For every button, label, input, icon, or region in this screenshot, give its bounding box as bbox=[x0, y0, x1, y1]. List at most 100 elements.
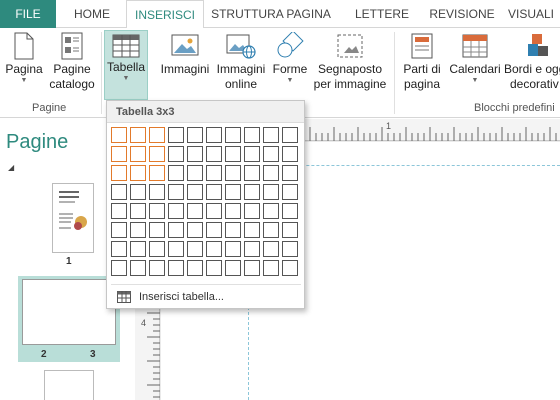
immagini-button[interactable]: Immagini bbox=[158, 32, 212, 77]
tab-file[interactable]: FILE bbox=[0, 0, 56, 28]
table-grid-cell[interactable] bbox=[244, 146, 260, 162]
table-grid-cell[interactable] bbox=[225, 203, 241, 219]
table-grid-cell[interactable] bbox=[263, 127, 279, 143]
table-grid-cell[interactable] bbox=[130, 184, 146, 200]
table-grid-cell[interactable] bbox=[206, 203, 222, 219]
table-grid-cell[interactable] bbox=[130, 222, 146, 238]
table-grid-cell[interactable] bbox=[187, 146, 203, 162]
table-grid-cell[interactable] bbox=[282, 241, 298, 257]
segnaposto-immagine-button[interactable]: Segnaposto per immagine bbox=[310, 32, 390, 92]
tab-visualizza[interactable]: VISUALI bbox=[508, 0, 560, 28]
tab-struttura-pagina[interactable]: STRUTTURA PAGINA bbox=[208, 0, 334, 28]
table-grid-cell[interactable] bbox=[149, 260, 165, 276]
table-grid-cell[interactable] bbox=[111, 222, 127, 238]
table-grid-cell[interactable] bbox=[168, 127, 184, 143]
table-grid-cell[interactable] bbox=[168, 146, 184, 162]
tabella-button[interactable]: Tabella ▼ bbox=[104, 30, 148, 100]
table-grid-cell[interactable] bbox=[263, 222, 279, 238]
table-grid-cell[interactable] bbox=[111, 127, 127, 143]
table-grid-cell[interactable] bbox=[282, 165, 298, 181]
table-grid-cell[interactable] bbox=[168, 165, 184, 181]
table-grid-cell[interactable] bbox=[263, 146, 279, 162]
table-grid-cell[interactable] bbox=[282, 146, 298, 162]
table-grid-cell[interactable] bbox=[263, 203, 279, 219]
table-grid-cell[interactable] bbox=[111, 241, 127, 257]
table-grid-cell[interactable] bbox=[130, 203, 146, 219]
table-grid-cell[interactable] bbox=[168, 260, 184, 276]
table-grid-cell[interactable] bbox=[206, 222, 222, 238]
table-grid-cell[interactable] bbox=[111, 165, 127, 181]
tab-home[interactable]: HOME bbox=[62, 0, 122, 28]
bordi-decorativi-button[interactable]: Bordi e ogg decorativ bbox=[504, 32, 560, 92]
table-grid-cell[interactable] bbox=[149, 203, 165, 219]
table-grid-cell[interactable] bbox=[168, 222, 184, 238]
table-grid-cell[interactable] bbox=[206, 260, 222, 276]
table-grid-cell[interactable] bbox=[130, 165, 146, 181]
table-grid-cell[interactable] bbox=[244, 165, 260, 181]
table-grid-cell[interactable] bbox=[187, 165, 203, 181]
table-grid-cell[interactable] bbox=[187, 127, 203, 143]
table-grid-cell[interactable] bbox=[225, 165, 241, 181]
table-grid-cell[interactable] bbox=[225, 260, 241, 276]
table-grid-cell[interactable] bbox=[206, 184, 222, 200]
table-grid-cell[interactable] bbox=[130, 260, 146, 276]
table-grid-cell[interactable] bbox=[244, 222, 260, 238]
pagina-button[interactable]: Pagina ▼ bbox=[3, 32, 45, 85]
parti-di-pagina-button[interactable]: Parti di pagina bbox=[397, 32, 447, 92]
table-grid-cell[interactable] bbox=[282, 222, 298, 238]
table-grid-cell[interactable] bbox=[111, 260, 127, 276]
table-grid-cell[interactable] bbox=[187, 260, 203, 276]
table-grid-cell[interactable] bbox=[187, 222, 203, 238]
table-grid-cell[interactable] bbox=[282, 184, 298, 200]
table-grid-cell[interactable] bbox=[206, 146, 222, 162]
table-size-grid[interactable] bbox=[111, 127, 301, 279]
table-grid-cell[interactable] bbox=[149, 184, 165, 200]
table-grid-cell[interactable] bbox=[168, 203, 184, 219]
table-grid-cell[interactable] bbox=[263, 165, 279, 181]
table-grid-cell[interactable] bbox=[206, 241, 222, 257]
table-grid-cell[interactable] bbox=[130, 241, 146, 257]
page-thumbnail-1[interactable] bbox=[52, 183, 94, 253]
table-grid-cell[interactable] bbox=[187, 184, 203, 200]
table-grid-cell[interactable] bbox=[244, 184, 260, 200]
table-grid-cell[interactable] bbox=[282, 203, 298, 219]
table-grid-cell[interactable] bbox=[130, 146, 146, 162]
immagini-online-button[interactable]: Immagini online bbox=[213, 32, 269, 92]
table-grid-cell[interactable] bbox=[225, 146, 241, 162]
table-grid-cell[interactable] bbox=[225, 184, 241, 200]
table-grid-cell[interactable] bbox=[263, 260, 279, 276]
table-grid-cell[interactable] bbox=[149, 222, 165, 238]
table-grid-cell[interactable] bbox=[244, 260, 260, 276]
table-grid-cell[interactable] bbox=[282, 260, 298, 276]
table-grid-cell[interactable] bbox=[149, 165, 165, 181]
table-grid-cell[interactable] bbox=[149, 146, 165, 162]
table-grid-cell[interactable] bbox=[263, 184, 279, 200]
table-grid-cell[interactable] bbox=[225, 127, 241, 143]
table-grid-cell[interactable] bbox=[206, 127, 222, 143]
table-grid-cell[interactable] bbox=[187, 203, 203, 219]
inserisci-tabella-menu-item[interactable]: Inserisci tabella... bbox=[111, 287, 301, 307]
page-thumbnail-4[interactable] bbox=[44, 370, 94, 400]
table-grid-cell[interactable] bbox=[168, 241, 184, 257]
page-spread-2-3[interactable] bbox=[22, 279, 116, 345]
table-grid-cell[interactable] bbox=[168, 184, 184, 200]
tab-lettere[interactable]: LETTERE bbox=[346, 0, 418, 28]
table-grid-cell[interactable] bbox=[244, 127, 260, 143]
table-grid-cell[interactable] bbox=[206, 165, 222, 181]
table-grid-cell[interactable] bbox=[130, 127, 146, 143]
tab-inserisci[interactable]: INSERISCI bbox=[126, 0, 204, 29]
table-grid-cell[interactable] bbox=[244, 203, 260, 219]
forme-button[interactable]: Forme ▼ bbox=[270, 32, 310, 85]
table-grid-cell[interactable] bbox=[149, 241, 165, 257]
table-grid-cell[interactable] bbox=[225, 222, 241, 238]
table-grid-cell[interactable] bbox=[282, 127, 298, 143]
table-grid-cell[interactable] bbox=[111, 184, 127, 200]
collapse-arrow-icon[interactable]: ◢ bbox=[8, 163, 14, 172]
table-grid-cell[interactable] bbox=[149, 127, 165, 143]
pagine-catalogo-button[interactable]: Pagine catalogo bbox=[47, 32, 97, 92]
tab-revisione[interactable]: REVISIONE bbox=[422, 0, 502, 28]
table-grid-cell[interactable] bbox=[187, 241, 203, 257]
table-grid-cell[interactable] bbox=[244, 241, 260, 257]
table-grid-cell[interactable] bbox=[111, 146, 127, 162]
table-grid-cell[interactable] bbox=[225, 241, 241, 257]
